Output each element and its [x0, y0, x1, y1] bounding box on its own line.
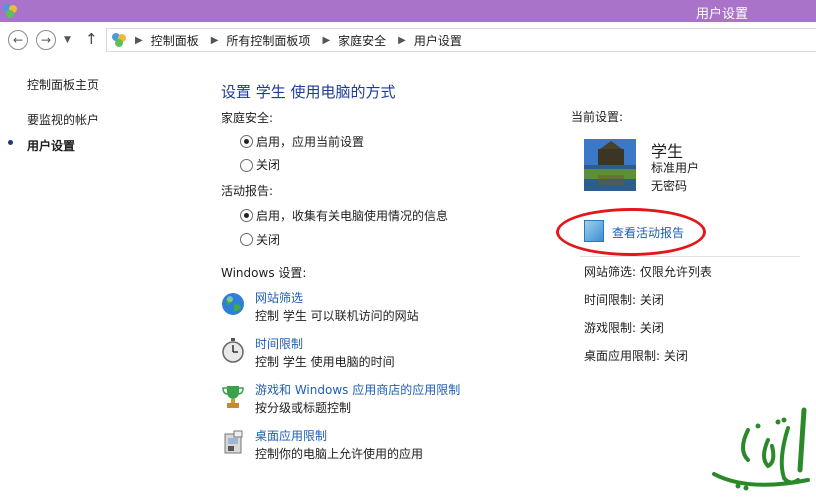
- control-panel-icon: [3, 4, 17, 18]
- game-app-restrictions-link[interactable]: 游戏和 Windows 应用商店的应用限制: [255, 381, 460, 398]
- navigation-bar: ← → ▼ ↑ ▶ 控制面板 ▶ 所有控制面板项 ▶ 家庭安全 ▶ 用户设置: [0, 26, 816, 54]
- current-settings-label: 当前设置:: [571, 110, 624, 124]
- calligraphy-watermark: [712, 407, 810, 491]
- family-safety-label: 家庭安全:: [221, 111, 274, 125]
- chevron-down-icon: ▼: [64, 35, 71, 45]
- activity-report-on-label[interactable]: 启用，收集有关电脑使用情况的信息: [256, 207, 448, 224]
- chevron-right-icon[interactable]: ▶: [322, 35, 330, 46]
- chevron-right-icon[interactable]: ▶: [398, 35, 406, 46]
- family-safety-off-radio[interactable]: [240, 159, 253, 172]
- sidebar-item-control-panel-home[interactable]: 控制面板主页: [27, 76, 99, 93]
- desktop-app-icon: [224, 430, 243, 454]
- chevron-right-icon[interactable]: ▶: [211, 35, 219, 46]
- current-item-bullet: [8, 140, 13, 145]
- windows-settings-label: Windows 设置:: [221, 266, 307, 280]
- activity-report-off-label[interactable]: 关闭: [256, 231, 280, 248]
- recent-locations-dropdown[interactable]: ▼: [64, 35, 71, 45]
- breadcrumb-item[interactable]: 家庭安全: [338, 32, 386, 49]
- title-bar: 用户设置: [0, 0, 816, 22]
- globe-icon: [222, 293, 244, 315]
- forward-button[interactable]: →: [36, 30, 56, 50]
- time-limits-link[interactable]: 时间限制: [255, 335, 303, 352]
- status-desktop-app-limits: 桌面应用限制: 关闭: [584, 349, 688, 363]
- status-web-filtering: 网站筛选: 仅限允许列表: [584, 265, 712, 279]
- sidebar-item-user-settings: 用户设置: [27, 139, 76, 153]
- desktop-app-restrictions-desc: 控制你的电脑上允许使用的应用: [255, 447, 424, 461]
- back-button[interactable]: ←: [8, 30, 28, 50]
- family-safety-off-label[interactable]: 关闭: [256, 156, 280, 173]
- trophy-icon: [222, 386, 244, 408]
- page-title: 设置 学生 使用电脑的方式: [221, 83, 396, 101]
- sidebar-item-accounts-to-monitor[interactable]: 要监视的帐户: [27, 111, 99, 128]
- activity-report-off-radio[interactable]: [240, 233, 253, 246]
- control-panel-icon: [112, 33, 126, 47]
- divider: [580, 256, 800, 257]
- family-safety-on-radio[interactable]: [240, 135, 253, 148]
- web-filtering-link[interactable]: 网站筛选: [255, 289, 303, 306]
- game-app-restrictions-desc: 按分级或标题控制: [255, 401, 352, 415]
- web-filtering-desc: 控制 学生 可以联机访问的网站: [255, 309, 419, 323]
- password-status: 无密码: [651, 179, 688, 193]
- time-limits-desc: 控制 学生 使用电脑的时间: [255, 355, 395, 369]
- activity-report-label: 活动报告:: [221, 184, 274, 198]
- arrow-right-icon: →: [40, 33, 52, 47]
- user-avatar: [584, 139, 636, 191]
- stopwatch-icon: [222, 338, 244, 363]
- up-button[interactable]: ↑: [85, 30, 98, 48]
- breadcrumb-item[interactable]: 控制面板: [151, 32, 199, 49]
- desktop-app-restrictions-link[interactable]: 桌面应用限制: [255, 427, 327, 444]
- breadcrumb-item[interactable]: 所有控制面板项: [226, 32, 310, 49]
- status-game-limits: 游戏限制: 关闭: [584, 321, 664, 335]
- account-type: 标准用户: [651, 161, 700, 175]
- arrow-left-icon: ←: [12, 33, 24, 47]
- breadcrumb-item[interactable]: 用户设置: [414, 32, 462, 49]
- address-bar[interactable]: ▶ 控制面板 ▶ 所有控制面板项 ▶ 家庭安全 ▶ 用户设置: [106, 28, 816, 52]
- family-safety-on-label[interactable]: 启用，应用当前设置: [256, 133, 364, 150]
- status-time-limits: 时间限制: 关闭: [584, 293, 664, 307]
- window-title: 用户设置: [695, 7, 748, 22]
- highlight-annotation: [556, 208, 706, 256]
- arrow-up-icon: ↑: [85, 30, 98, 48]
- activity-report-on-radio[interactable]: [240, 209, 253, 222]
- chevron-right-icon[interactable]: ▶: [135, 35, 143, 46]
